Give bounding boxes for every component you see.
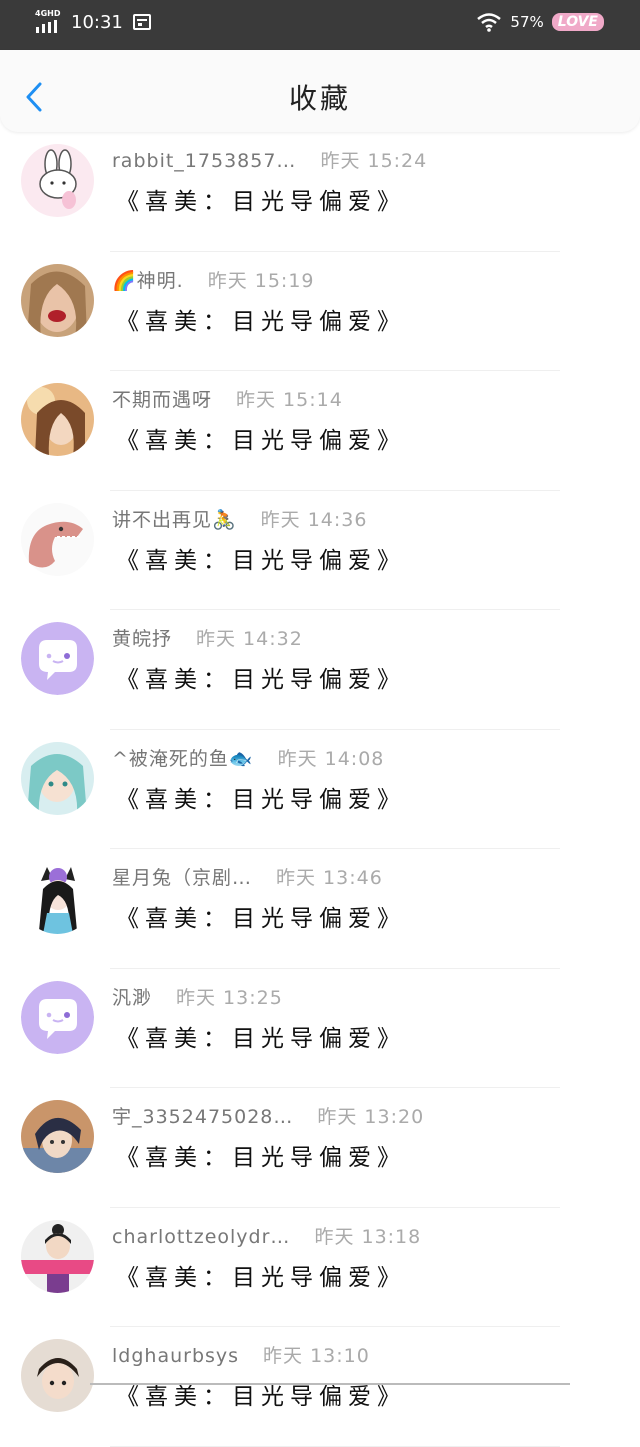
status-left: 4GHD 10:31 bbox=[35, 9, 151, 33]
avatar[interactable] bbox=[21, 622, 94, 695]
network-type: 4GHD bbox=[35, 9, 61, 18]
book-title: 《喜美：目光导偏爱》 bbox=[116, 906, 406, 932]
list-item[interactable]: 不期而遇呀 昨天 15:14 《喜美：目光导偏爱》 bbox=[0, 371, 640, 491]
user-name: 讲不出再见🚴 bbox=[112, 508, 237, 531]
timestamp: 昨天 14:36 bbox=[260, 508, 368, 531]
user-name: 汎渺 bbox=[112, 986, 153, 1009]
item-meta: ^被淹死的鱼🐟 昨天 14:08 bbox=[112, 744, 384, 771]
header: 收藏 bbox=[0, 50, 640, 132]
love-badge: LOVE bbox=[551, 13, 604, 31]
list-item[interactable]: ^被淹死的鱼🐟 昨天 14:08 《喜美：目光导偏爱》 bbox=[0, 730, 640, 850]
book-title: 《喜美：目光导偏爱》 bbox=[116, 1025, 406, 1052]
timestamp: 昨天 13:46 bbox=[276, 867, 383, 889]
item-meta: charlottzeolydr… 昨天 13:18 bbox=[112, 1222, 421, 1249]
status-bar: 4GHD 10:31 57% LOVE bbox=[0, 0, 640, 50]
calendar-icon bbox=[132, 14, 151, 30]
book-title: 《喜美：目光导偏爱》 bbox=[116, 428, 406, 454]
user-name: 🌈神明. bbox=[112, 269, 184, 292]
item-meta: 不期而遇呀 昨天 15:14 bbox=[112, 385, 343, 412]
list-item[interactable]: 讲不出再见🚴 昨天 14:36 《喜美：目光导偏爱》 bbox=[0, 491, 640, 611]
book-title: 《喜美：目光导偏爱》 bbox=[116, 189, 406, 215]
clock: 10:31 bbox=[71, 11, 123, 33]
battery-percentage: 57% bbox=[510, 13, 544, 31]
book-title: 《喜美：目光导偏爱》 bbox=[116, 547, 406, 574]
item-meta: 宇_3352475028… 昨天 13:20 bbox=[112, 1102, 424, 1129]
favorites-list: rabbit_1753857… 昨天 15:24 《喜美：目光导偏爱》 🌈神明. 昨天 … bbox=[0, 132, 640, 1447]
avatar[interactable] bbox=[21, 1219, 94, 1293]
timestamp: 昨天 15:19 bbox=[207, 269, 315, 292]
item-meta: 黄皖抒 昨天 14:32 bbox=[112, 624, 303, 651]
timestamp: 昨天 13:10 bbox=[263, 1345, 370, 1367]
avatar[interactable] bbox=[21, 502, 94, 576]
avatar[interactable] bbox=[21, 144, 94, 217]
item-meta: 星月兔（京剧… 昨天 13:46 bbox=[112, 863, 383, 890]
user-name: 宇_3352475028… bbox=[112, 1106, 294, 1128]
book-title: 《喜美：目光导偏爱》 bbox=[116, 1145, 406, 1171]
user-name: 黄皖抒 bbox=[112, 628, 173, 650]
item-meta: ldghaurbsys 昨天 13:10 bbox=[112, 1341, 370, 1368]
status-right: 57% LOVE bbox=[476, 12, 604, 32]
user-name: 星月兔（京剧… bbox=[112, 867, 253, 889]
bottom-divider bbox=[90, 1383, 570, 1385]
user-name: charlottzeolydr… bbox=[112, 1225, 291, 1248]
list-item[interactable]: 🌈神明. 昨天 15:19 《喜美：目光导偏爱》 bbox=[0, 252, 640, 372]
user-name: ^被淹死的鱼🐟 bbox=[112, 747, 254, 770]
user-name: ldghaurbsys bbox=[112, 1345, 240, 1367]
timestamp: 昨天 15:14 bbox=[236, 389, 343, 411]
avatar[interactable] bbox=[21, 980, 94, 1054]
item-meta: 讲不出再见🚴 昨天 14:36 bbox=[112, 505, 367, 532]
item-meta: 🌈神明. 昨天 15:19 bbox=[112, 266, 315, 293]
book-title: 《喜美：目光导偏爱》 bbox=[116, 1264, 406, 1291]
avatar[interactable] bbox=[21, 263, 94, 337]
timestamp: 昨天 14:32 bbox=[196, 628, 303, 650]
book-title: 《喜美：目光导偏爱》 bbox=[116, 667, 406, 693]
cellular-signal-icon: 4GHD bbox=[35, 9, 61, 33]
list-item[interactable]: 黄皖抒 昨天 14:32 《喜美：目光导偏爱》 bbox=[0, 610, 640, 730]
avatar[interactable] bbox=[21, 1339, 94, 1412]
timestamp: 昨天 14:08 bbox=[277, 747, 385, 770]
book-title: 《喜美：目光导偏爱》 bbox=[116, 786, 406, 813]
timestamp: 昨天 15:24 bbox=[320, 150, 428, 172]
list-item[interactable]: 汎渺 昨天 13:25 《喜美：目光导偏爱》 bbox=[0, 969, 640, 1089]
user-name: rabbit_1753857… bbox=[112, 150, 297, 172]
wifi-icon bbox=[477, 13, 502, 32]
page-title: 收藏 bbox=[288, 82, 351, 115]
avatar[interactable] bbox=[21, 861, 94, 934]
avatar[interactable] bbox=[21, 383, 94, 456]
user-name: 不期而遇呀 bbox=[112, 389, 213, 411]
timestamp: 昨天 13:25 bbox=[176, 986, 283, 1009]
book-title: 《喜美：目光导偏爱》 bbox=[116, 308, 406, 335]
item-meta: 汎渺 昨天 13:25 bbox=[112, 983, 283, 1010]
list-item[interactable]: 宇_3352475028… 昨天 13:20 《喜美：目光导偏爱》 bbox=[0, 1088, 640, 1208]
list-item[interactable]: rabbit_1753857… 昨天 15:24 《喜美：目光导偏爱》 bbox=[0, 132, 640, 252]
item-meta: rabbit_1753857… 昨天 15:24 bbox=[112, 146, 427, 173]
list-item[interactable]: charlottzeolydr… 昨天 13:18 《喜美：目光导偏爱》 bbox=[0, 1208, 640, 1328]
avatar[interactable] bbox=[21, 741, 94, 815]
timestamp: 昨天 13:20 bbox=[317, 1106, 425, 1128]
timestamp: 昨天 13:18 bbox=[314, 1225, 422, 1248]
avatar[interactable] bbox=[21, 1100, 94, 1173]
list-item[interactable]: 星月兔（京剧… 昨天 13:46 《喜美：目光导偏爱》 bbox=[0, 849, 640, 969]
